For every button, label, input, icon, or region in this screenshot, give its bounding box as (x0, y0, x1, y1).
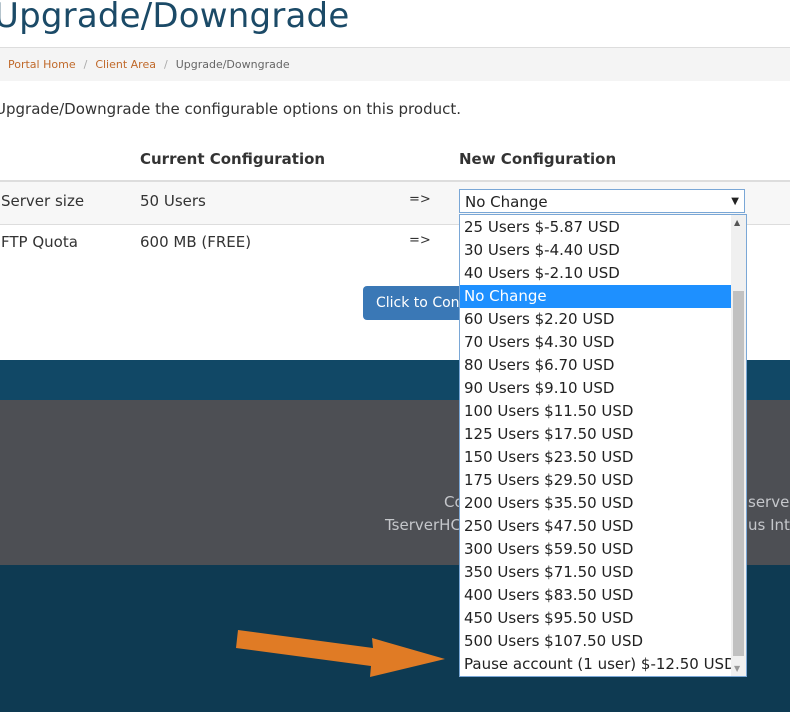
footer-company-right: us Inte (748, 516, 790, 534)
continue-button[interactable]: Click to Continue (363, 286, 473, 320)
breadcrumb: Portal Home / Client Area / Upgrade/Downgrad… (0, 47, 790, 81)
arrow-indicator: => (409, 233, 431, 248)
breadcrumb-client-area[interactable]: Client Area (95, 58, 156, 71)
current-value: 50 Users (140, 192, 206, 210)
dropdown-option[interactable]: 500 Users $107.50 USD (460, 630, 732, 653)
scroll-up-icon[interactable]: ▲ (734, 218, 740, 227)
dropdown-option[interactable]: 300 Users $59.50 USD (460, 538, 732, 561)
breadcrumb-current: Upgrade/Downgrade (175, 58, 290, 71)
header-current-configuration: Current Configuration (140, 150, 326, 168)
intro-text: Upgrade/Downgrade the configurable optio… (0, 100, 461, 118)
arrow-indicator: => (409, 192, 431, 207)
dropdown-option[interactable]: 250 Users $47.50 USD (460, 515, 732, 538)
chevron-down-icon[interactable]: ▼ (731, 190, 739, 214)
option-label: Server size (1, 192, 85, 210)
dropdown-option[interactable]: 40 Users $-2.10 USD (460, 262, 732, 285)
dropdown-options: 25 Users $-5.87 USD 30 Users $-4.40 USD 40… (460, 216, 736, 676)
server-size-dropdown-list[interactable]: 25 Users $-5.87 USD 30 Users $-4.40 USD 40… (459, 214, 747, 677)
current-value: 600 MB (FREE) (140, 233, 252, 251)
dropdown-option[interactable]: 125 Users $17.50 USD (460, 423, 732, 446)
breadcrumb-portal-home[interactable]: Portal Home (8, 58, 76, 71)
dropdown-option[interactable]: 175 Users $29.50 USD (460, 469, 732, 492)
dropdown-scrollbar[interactable]: ▲ ▼ (731, 215, 746, 676)
footer-company-left: TserverHC (385, 516, 461, 534)
breadcrumb-separator: / (83, 58, 88, 71)
footer-copyright-right: served (748, 493, 790, 511)
dropdown-option[interactable]: Pause account (1 user) $-12.50 USD (460, 653, 736, 676)
annotation-arrow-shape (236, 630, 445, 677)
scrollbar-thumb[interactable] (733, 291, 744, 656)
dropdown-option[interactable]: 90 Users $9.10 USD (460, 377, 732, 400)
select-value: No Change (465, 193, 548, 211)
dropdown-option[interactable]: 400 Users $83.50 USD (460, 584, 732, 607)
dropdown-option[interactable]: 200 Users $35.50 USD (460, 492, 732, 515)
annotation-arrow-icon (236, 630, 445, 677)
scroll-down-icon[interactable]: ▼ (734, 664, 740, 673)
dropdown-option[interactable]: 350 Users $71.50 USD (460, 561, 732, 584)
dropdown-option[interactable]: No Change (460, 285, 732, 308)
page-title: Upgrade/Downgrade (0, 0, 350, 36)
dropdown-option[interactable]: 25 Users $-5.87 USD (460, 216, 732, 239)
option-label: FTP Quota (1, 233, 78, 251)
dropdown-option[interactable]: 70 Users $4.30 USD (460, 331, 732, 354)
dropdown-option[interactable]: 450 Users $95.50 USD (460, 607, 732, 630)
header-new-configuration: New Configuration (459, 150, 617, 168)
dropdown-option[interactable]: 100 Users $11.50 USD (460, 400, 732, 423)
dropdown-option[interactable]: 150 Users $23.50 USD (460, 446, 732, 469)
server-size-select[interactable]: No Change ▼ (459, 189, 745, 213)
dropdown-option[interactable]: 80 Users $6.70 USD (460, 354, 732, 377)
dropdown-option[interactable]: 60 Users $2.20 USD (460, 308, 732, 331)
dropdown-option[interactable]: 30 Users $-4.40 USD (460, 239, 732, 262)
breadcrumb-separator: / (163, 58, 168, 71)
